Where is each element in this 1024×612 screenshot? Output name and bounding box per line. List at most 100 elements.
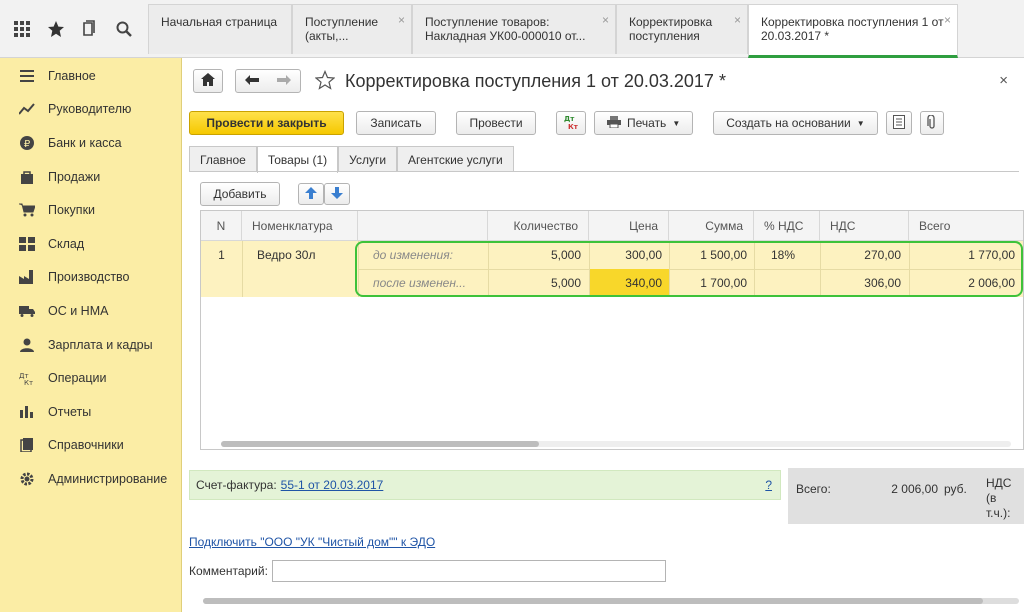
sidebar-item-admin[interactable]: Администрирование (0, 462, 181, 496)
print-button[interactable]: Печать ▼ (594, 111, 694, 135)
sidebar-item-directories[interactable]: Справочники (0, 429, 181, 463)
tab-adjustment-list[interactable]: Корректировка поступления × (616, 4, 748, 54)
comment-input[interactable] (271, 560, 666, 582)
save-button[interactable]: Записать (356, 111, 436, 135)
tab-goods[interactable]: Товары (1) (256, 146, 339, 173)
dtkt-button[interactable]: Дт Кт (556, 111, 586, 135)
sidebar-item-label: Зарплата и кадры (48, 337, 153, 352)
scrollbar-thumb[interactable] (221, 441, 539, 447)
form-tabs: Главное Товары (1) Услуги Агентские услу… (189, 146, 514, 173)
sidebar-item-label: Банк и касса (48, 135, 122, 150)
toolbar: Провести и закрыть Записать Провести Дт К… (189, 110, 944, 136)
totals-panel: Всего: 2 006,00 руб. НДС (в т.ч.): (788, 468, 1024, 524)
close-icon[interactable]: × (398, 13, 405, 27)
sidebar-item-salary[interactable]: Зарплата и кадры (0, 328, 181, 362)
svg-text:Кт: Кт (24, 379, 33, 385)
close-icon[interactable]: × (734, 13, 741, 27)
sidebar-item-label: Операции (48, 371, 107, 386)
col-vat[interactable]: НДС (820, 211, 909, 240)
col-sum[interactable]: Сумма (669, 211, 754, 240)
arrow-up-icon (305, 186, 317, 202)
warehouse-icon (18, 236, 36, 252)
tabs-divider (189, 171, 1019, 172)
create-based-on-button[interactable]: Создать на основании ▼ (713, 111, 878, 135)
total-label: Всего: (796, 482, 831, 496)
close-icon[interactable]: × (602, 13, 609, 27)
favorite-star-icon[interactable] (314, 69, 336, 93)
tab-receipts-acts[interactable]: Поступление (акты,... × (292, 4, 412, 54)
comment-label: Комментарий: (189, 564, 268, 578)
dropdown-arrow-icon: ▼ (672, 118, 681, 128)
vat-label: НДС (в т.ч.): (986, 476, 1012, 520)
scrollbar-thumb[interactable] (203, 598, 983, 604)
book-icon (18, 437, 36, 453)
form-scrollbar[interactable] (203, 598, 1019, 604)
table-header: N Номенклатура Количество Цена Сумма % Н… (201, 211, 1023, 241)
attach-button[interactable] (919, 111, 944, 135)
history-icon[interactable] (78, 17, 102, 41)
sidebar-item-main[interactable]: Главное (0, 59, 181, 93)
post-button[interactable]: Провести (456, 111, 536, 135)
post-and-close-button[interactable]: Провести и закрыть (189, 111, 344, 135)
truck-icon (18, 303, 36, 319)
ruble-icon: ₽ (18, 135, 36, 151)
tab-agent-services[interactable]: Агентские услуги (397, 146, 514, 172)
col-total[interactable]: Всего (909, 211, 1023, 240)
col-price[interactable]: Цена (589, 211, 669, 240)
sidebar-item-assets[interactable]: ОС и НМА (0, 294, 181, 328)
row-item-name[interactable]: Ведро 30л (257, 241, 315, 269)
table-scrollbar[interactable] (221, 441, 1011, 447)
home-button[interactable] (193, 69, 223, 93)
sidebar-item-reports[interactable]: Отчеты (0, 395, 181, 429)
paperclip-icon (927, 113, 937, 132)
star-icon[interactable] (44, 17, 68, 41)
move-up-button[interactable] (298, 183, 324, 205)
person-icon (18, 337, 36, 353)
tab-label: Поступление товаров: Накладная УК00-0000… (425, 15, 586, 43)
tab-main[interactable]: Главное (189, 146, 257, 172)
sidebar-item-label: Руководителю (48, 102, 132, 117)
goods-table: N Номенклатура Количество Цена Сумма % Н… (200, 210, 1024, 450)
col-qty[interactable]: Количество (488, 211, 589, 240)
sidebar-item-purchases[interactable]: Покупки (0, 193, 181, 227)
grid-icon[interactable] (10, 17, 34, 41)
sidebar-item-label: Администрирование (48, 471, 168, 486)
printer-icon (607, 115, 621, 131)
tab-home[interactable]: Начальная страница (148, 4, 292, 54)
col-vat-rate[interactable]: % НДС (754, 211, 820, 240)
home-icon (201, 73, 215, 89)
cart-icon (18, 202, 36, 218)
add-row-button[interactable]: Добавить (200, 182, 280, 206)
sidebar-item-manager[interactable]: Руководителю (0, 93, 181, 127)
invoice-link[interactable]: 55-1 от 20.03.2017 (281, 478, 384, 492)
sidebar-item-warehouse[interactable]: Склад (0, 227, 181, 261)
back-arrow-icon[interactable] (245, 74, 259, 88)
close-icon[interactable]: × (944, 13, 951, 27)
dtkt-icon: Дт Кт (563, 114, 579, 133)
help-link[interactable]: ? (765, 478, 772, 492)
bag-icon (18, 169, 36, 185)
dtkt-icon: Дт Кт (18, 370, 36, 386)
gear-icon (18, 471, 36, 487)
edo-link[interactable]: Подключить "ООО "УК "Чистый дом"" к ЭДО (189, 535, 435, 549)
tab-services[interactable]: Услуги (338, 146, 398, 172)
move-down-button[interactable] (324, 183, 350, 205)
col-n[interactable]: N (201, 211, 242, 240)
sidebar-item-label: Отчеты (48, 404, 92, 419)
tab-receipt-invoice[interactable]: Поступление товаров: Накладная УК00-0000… (412, 4, 616, 54)
report-button[interactable] (885, 111, 912, 135)
sidebar-item-production[interactable]: Производство (0, 261, 181, 295)
forward-arrow-icon[interactable] (277, 74, 291, 88)
svg-text:₽: ₽ (24, 139, 31, 150)
bars-icon (18, 404, 36, 420)
search-icon[interactable] (112, 17, 136, 41)
svg-text:Дт: Дт (564, 115, 575, 123)
sidebar-item-bank[interactable]: ₽ Банк и касса (0, 126, 181, 160)
sidebar-item-operations[interactable]: Дт Кт Операции (0, 361, 181, 395)
sidebar-item-label: ОС и НМА (48, 303, 109, 318)
close-icon[interactable]: × (999, 72, 1008, 89)
col-item[interactable]: Номенклатура (242, 211, 358, 240)
sidebar-item-sales[interactable]: Продажи (0, 160, 181, 194)
tab-adjustment-doc[interactable]: Корректировка поступления 1 от 20.03.201… (748, 4, 958, 58)
svg-text:Кт: Кт (568, 123, 579, 130)
